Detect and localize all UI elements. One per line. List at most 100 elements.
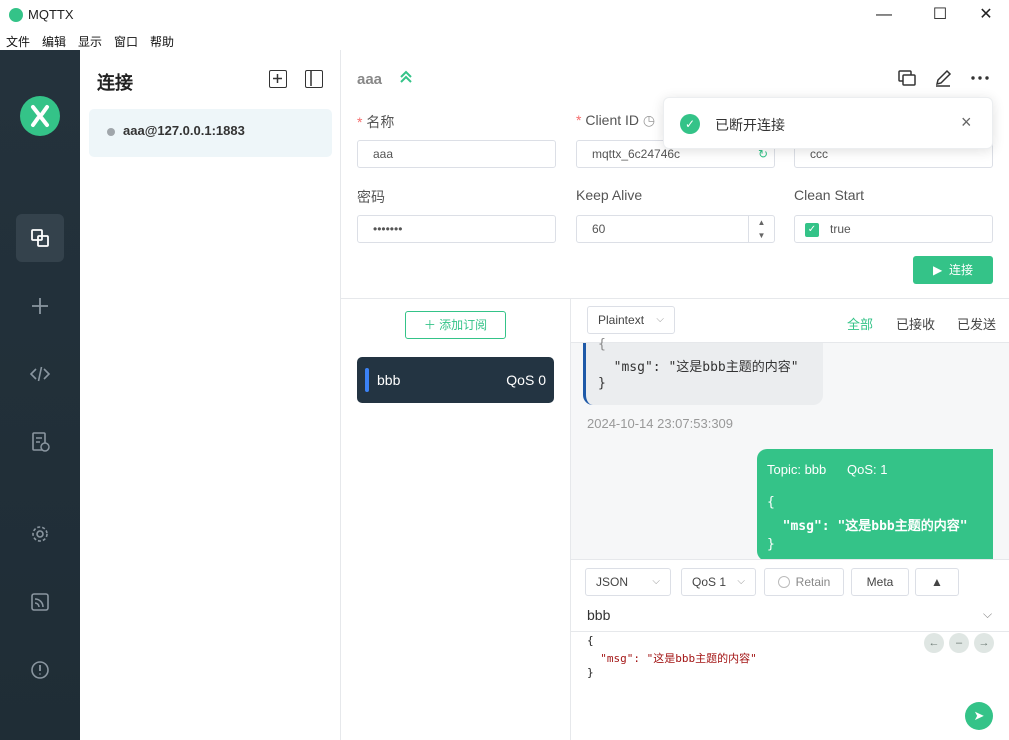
clean-start-value: true bbox=[830, 222, 851, 236]
message-line: { bbox=[598, 337, 606, 352]
subscription-qos: QoS 0 bbox=[506, 372, 546, 388]
minimize-button[interactable]: — bbox=[870, 4, 898, 26]
maximize-button[interactable]: ☐ bbox=[926, 4, 954, 26]
more-icon[interactable] bbox=[970, 68, 990, 88]
messages-toolbar: Plaintext ⌵ 全部 已接收 已发送 bbox=[571, 299, 1009, 343]
password-field[interactable]: ••••••• bbox=[357, 215, 556, 243]
feed-icon[interactable] bbox=[16, 578, 64, 626]
payload-format-select[interactable]: Plaintext ⌵ bbox=[587, 306, 675, 334]
clean-start-select[interactable]: ✓ true bbox=[794, 215, 993, 243]
close-window-button[interactable]: ✕ bbox=[972, 4, 1000, 26]
connection-status-dot bbox=[107, 128, 115, 136]
success-icon: ✓ bbox=[680, 114, 700, 134]
toast-notification: ✓ 已断开连接 × bbox=[663, 97, 993, 149]
chevron-down-icon: ⌵ bbox=[656, 314, 664, 325]
filter-received[interactable]: 已接收 bbox=[896, 314, 935, 333]
payload-line[interactable]: { bbox=[587, 634, 594, 647]
script-icon[interactable] bbox=[16, 350, 64, 398]
composer-format-select[interactable]: JSON ⌵ bbox=[585, 568, 671, 596]
payload-line[interactable]: "msg": "这是bbb主题的内容" bbox=[587, 650, 756, 666]
message-line: { bbox=[767, 495, 775, 510]
retain-label: Retain bbox=[795, 575, 831, 589]
window-title: MQTTX bbox=[28, 7, 74, 22]
subscription-color-bar bbox=[365, 368, 369, 392]
radio-icon bbox=[777, 576, 790, 588]
subscription-topic: bbb bbox=[377, 372, 401, 388]
menu-window[interactable]: 窗口 bbox=[114, 33, 138, 50]
toast-close-button[interactable]: × bbox=[961, 112, 972, 133]
stepper-arrows-icon[interactable]: ▲ ▼ bbox=[748, 216, 774, 242]
plus-icon: ＋ bbox=[423, 318, 436, 332]
connect-label: 连接 bbox=[948, 263, 973, 277]
check-icon[interactable]: ✓ bbox=[805, 223, 819, 237]
new-folder-icon[interactable] bbox=[269, 70, 287, 88]
clean-start-label: Clean Start bbox=[794, 187, 865, 203]
topic-input[interactable]: bbb bbox=[587, 607, 610, 623]
meta-button[interactable]: Meta bbox=[851, 568, 909, 596]
double-chevron-up-icon[interactable] bbox=[398, 68, 414, 88]
connection-item[interactable]: aaa@127.0.0.1:1883 bbox=[89, 109, 332, 157]
new-window-icon[interactable] bbox=[897, 68, 917, 88]
sent-message: Topic: bbb QoS: 1 { "msg": "这是bbb主题的内容" … bbox=[757, 449, 993, 561]
keepalive-stepper[interactable]: 60 ▲ ▼ bbox=[576, 215, 775, 243]
history-reset-icon[interactable]: – bbox=[949, 633, 969, 653]
received-message: { "msg": "这是bbb主题的内容" } bbox=[583, 337, 823, 405]
app-logo-icon bbox=[20, 96, 60, 136]
history-back-icon[interactable]: ← bbox=[924, 633, 944, 653]
send-icon[interactable]: ➤ bbox=[965, 702, 993, 730]
expand-up-icon[interactable]: ▲ bbox=[915, 568, 959, 596]
message-line: } bbox=[767, 537, 775, 552]
connect-button[interactable]: ▶ 连接 bbox=[913, 256, 993, 284]
menu-help[interactable]: 帮助 bbox=[150, 33, 174, 50]
message-timestamp: 2024-10-14 23:07:53:309 bbox=[587, 416, 734, 431]
message-composer: JSON ⌵ QoS 1 ⌵ Retain Meta ▲ bbb ⌵ { "msg"… bbox=[571, 559, 1009, 740]
filter-sent[interactable]: 已发送 bbox=[957, 314, 996, 333]
connections-icon[interactable] bbox=[16, 214, 64, 262]
connection-detail: aaa * 名称 aaa * Client ID ◷ mqttx_6c24746… bbox=[341, 50, 1009, 740]
log-icon[interactable] bbox=[16, 418, 64, 466]
menu-view[interactable]: 显示 bbox=[78, 33, 102, 50]
mqttx-logo-icon bbox=[9, 8, 23, 22]
divider bbox=[571, 631, 1009, 632]
settings-icon[interactable] bbox=[16, 510, 64, 558]
connections-title: 连接 bbox=[97, 73, 133, 93]
connection-label: aaa@127.0.0.1:1883 bbox=[123, 123, 245, 138]
composer-qos-select[interactable]: QoS 1 ⌵ bbox=[681, 568, 756, 596]
password-label: 密码 bbox=[357, 189, 385, 205]
add-subscription-button[interactable]: ＋ 添加订阅 bbox=[405, 311, 506, 339]
connections-panel: 连接 aaa@127.0.0.1:1883 bbox=[80, 50, 341, 740]
connection-name: aaa bbox=[357, 71, 383, 88]
subscriptions-panel: ＋ 添加订阅 bbb QoS 0 bbox=[341, 299, 571, 740]
retain-toggle[interactable]: Retain bbox=[764, 568, 844, 596]
new-connection-icon[interactable] bbox=[16, 282, 64, 330]
menu-file[interactable]: 文件 bbox=[6, 33, 30, 50]
menu-bar: 文件 编辑 显示 窗口 帮助 bbox=[0, 30, 1009, 50]
filter-all[interactable]: 全部 bbox=[847, 314, 873, 333]
edit-icon[interactable] bbox=[933, 68, 953, 88]
sent-qos: QoS: 1 bbox=[847, 462, 888, 477]
toggle-panel-icon[interactable] bbox=[305, 70, 323, 88]
payload-line[interactable]: } bbox=[587, 666, 594, 679]
client-id-label: * Client ID ◷ bbox=[576, 112, 656, 128]
play-icon: ▶ bbox=[933, 263, 943, 277]
chevron-down-icon[interactable]: ⌵ bbox=[983, 607, 992, 622]
side-nav bbox=[0, 50, 80, 740]
keepalive-label: Keep Alive bbox=[576, 187, 643, 203]
add-subscription-label: 添加订阅 bbox=[439, 318, 488, 332]
chevron-down-icon: ⌵ bbox=[737, 576, 745, 587]
menu-edit[interactable]: 编辑 bbox=[42, 33, 66, 50]
message-line: } bbox=[598, 376, 606, 391]
name-label: * 名称 bbox=[357, 114, 395, 130]
history-forward-icon[interactable]: → bbox=[974, 633, 994, 653]
client-id-value: mqttx_6c24746c bbox=[592, 147, 681, 161]
subscription-item[interactable]: bbb QoS 0 bbox=[357, 357, 554, 403]
name-field[interactable]: aaa bbox=[357, 140, 556, 168]
sent-topic: Topic: bbb bbox=[767, 462, 827, 477]
composer-format-value: JSON bbox=[596, 575, 629, 589]
about-icon[interactable] bbox=[16, 646, 64, 694]
message-line: "msg": "这是bbb主题的内容" bbox=[767, 519, 968, 534]
message-line: "msg": "这是bbb主题的内容" bbox=[598, 360, 799, 375]
keepalive-value: 60 bbox=[592, 222, 606, 236]
toast-text: 已断开连接 bbox=[715, 117, 785, 133]
title-bar: MQTTX — ☐ ✕ bbox=[0, 0, 1009, 30]
